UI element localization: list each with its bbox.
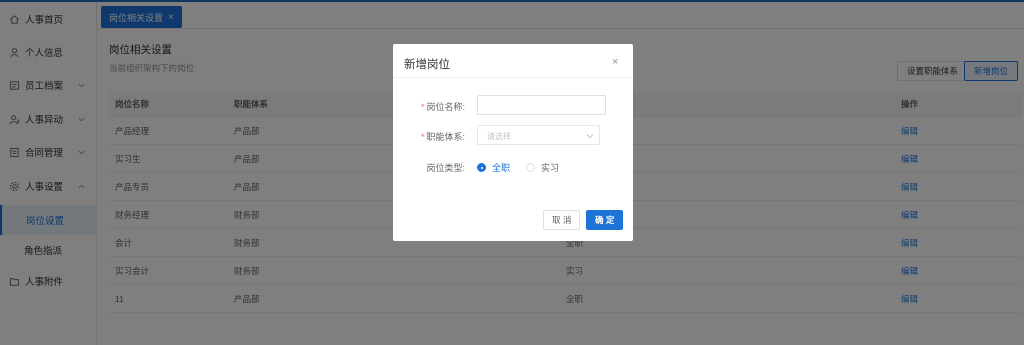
dialog-title: 新增岗位 bbox=[404, 59, 450, 71]
radio-intern[interactable]: 实习 bbox=[526, 161, 559, 174]
position-name-label: * 岗位名称: bbox=[393, 100, 465, 113]
chevron-down-icon bbox=[586, 132, 594, 140]
radio-fulltime[interactable]: 全职 bbox=[477, 161, 510, 174]
radio-intern-label: 实习 bbox=[541, 163, 560, 173]
required-mark: * bbox=[420, 132, 425, 142]
position-type-label: 岗位类型: bbox=[426, 163, 465, 173]
system-label-text: 职能体系: bbox=[426, 132, 465, 142]
radio-checked-icon bbox=[477, 163, 486, 172]
system-select-placeholder: 请选择 bbox=[487, 132, 511, 141]
required-mark: * bbox=[420, 102, 425, 112]
cancel-button[interactable]: 取 消 bbox=[543, 210, 581, 230]
confirm-button[interactable]: 确 定 bbox=[586, 210, 624, 230]
radio-fulltime-label: 全职 bbox=[492, 163, 511, 173]
radio-unchecked-icon bbox=[526, 163, 535, 172]
close-icon[interactable]: × bbox=[612, 56, 618, 68]
system-label: * 职能体系: bbox=[393, 130, 465, 143]
add-position-dialog: 新增岗位 × * 岗位名称: * 职能体系: 请选择 岗位类型: 全职 实习 取 消… bbox=[393, 44, 633, 241]
position-name-label-text: 岗位名称: bbox=[426, 102, 465, 112]
position-name-input[interactable] bbox=[477, 95, 606, 115]
system-select[interactable]: 请选择 bbox=[477, 125, 600, 145]
dialog-divider bbox=[393, 77, 633, 78]
